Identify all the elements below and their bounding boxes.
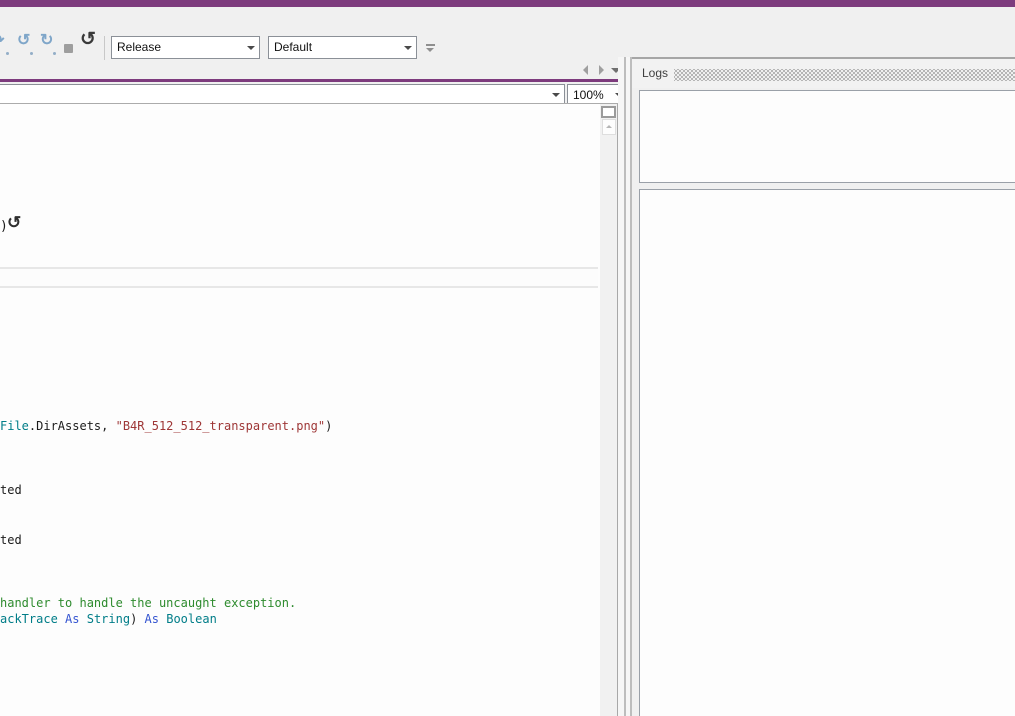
code-line: File.DirAssets, "B4R_512_512_transparent… (0, 419, 333, 433)
scrollbar-thumb[interactable] (601, 106, 616, 118)
ui-configuration-value: Default (274, 40, 313, 54)
main-toolbar: ↷ ↺ ↻ ↺ Release Default (0, 7, 1015, 60)
logs-panel-title: Logs (642, 66, 669, 80)
chevron-down-icon[interactable] (242, 37, 259, 58)
code-editor[interactable]: ) ↺ File.DirAssets, "B4R_512_512_transpa… (0, 104, 600, 716)
build-configuration-value: Release (117, 40, 162, 54)
icon-dot (53, 52, 56, 55)
code-line: handler to handle the uncaught exception… (0, 596, 297, 610)
icon-dot (30, 52, 33, 55)
scrollbar-up-button[interactable] (602, 119, 616, 135)
logs-panel-header[interactable]: Logs (632, 59, 1015, 88)
step-over-icon[interactable]: ↻ (40, 33, 53, 49)
code-line: ackTrace As String) As Boolean (0, 612, 217, 626)
restart-icon[interactable]: ↺ (80, 30, 96, 49)
code-line: ted (0, 533, 22, 547)
ui-configuration-combobox[interactable]: Default (268, 36, 417, 59)
editor-zoom-value: 100% (573, 88, 604, 102)
chevron-down-icon[interactable] (399, 37, 416, 58)
editor-section-divider (0, 267, 598, 288)
panel-splitter[interactable] (618, 57, 632, 716)
splitter-ridge (624, 57, 626, 716)
resume-partial-icon[interactable]: ↷ (0, 33, 4, 49)
build-configuration-combobox[interactable]: Release (111, 36, 260, 59)
ide-window: ↷ ↺ ↻ ↺ Release Default 100% (0, 0, 1015, 716)
scroll-up-icon (606, 125, 612, 128)
toolbar-overflow-button[interactable] (426, 44, 435, 54)
toolbar-separator (104, 36, 105, 60)
step-into-icon[interactable]: ↺ (17, 33, 30, 49)
member-navigation-combobox[interactable] (0, 84, 565, 105)
tab-scroll-right-icon[interactable] (599, 65, 604, 75)
refresh-inline-icon: ↺ (7, 213, 22, 232)
logs-panel: Logs (632, 57, 1015, 716)
panel-drag-texture[interactable] (674, 69, 1015, 81)
chevron-down-icon[interactable] (547, 85, 564, 104)
editor-accent-divider (0, 79, 628, 82)
stop-icon[interactable] (64, 44, 73, 53)
icon-dot (6, 52, 9, 55)
logs-output-box[interactable] (639, 189, 1015, 716)
logs-filter-box[interactable] (639, 90, 1015, 183)
editor-vertical-scrollbar[interactable] (600, 104, 618, 716)
tab-scroll-left-icon[interactable] (583, 65, 588, 75)
window-accent-bar (0, 0, 1015, 7)
code-line: ted (0, 483, 22, 497)
